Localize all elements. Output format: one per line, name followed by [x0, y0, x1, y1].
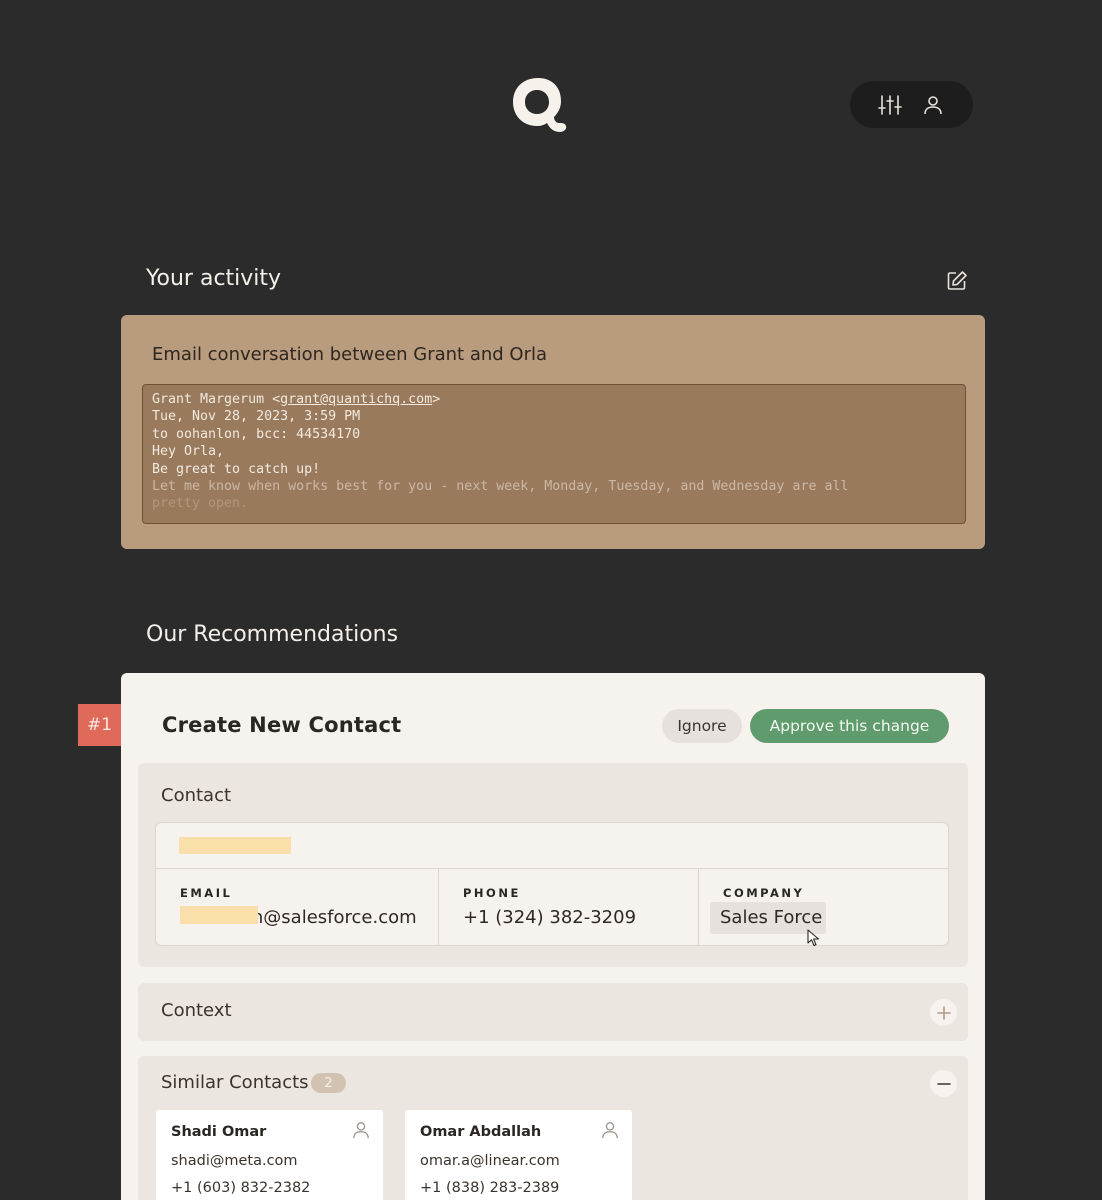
rank-badge: #1 — [78, 704, 121, 746]
email-body-line: Be great to catch up! — [152, 461, 321, 477]
similar-count-badge: 2 — [311, 1073, 346, 1093]
phone-field[interactable]: PHONE +1 (324) 382-3209 — [439, 869, 699, 945]
email-sender-line: Grant Margerum <grant@quantichq.com> — [152, 391, 956, 408]
contact-panel-label: Contact — [161, 785, 232, 806]
expand-plus-icon[interactable] — [930, 999, 957, 1026]
activity-section-title: Your activity — [146, 266, 282, 291]
company-field-value: Sales Force — [720, 907, 823, 928]
context-panel-label: Context — [161, 1000, 232, 1021]
similar-contact-name: Omar Abdallah — [420, 1124, 542, 1140]
activity-card-heading: Email conversation between Grant and Orl… — [152, 344, 548, 365]
recommendation-card: Create New Contact Ignore Approve this c… — [121, 673, 985, 1200]
similar-contact-email: shadi@meta.com — [171, 1153, 298, 1169]
email-body-line: Let me know when works best for you - ne… — [152, 479, 849, 495]
contact-panel: Contact EMAIL oohanlon@salesforce.com PH… — [138, 763, 968, 967]
email-sender-close: > — [432, 392, 441, 407]
phone-field-label: PHONE — [463, 886, 521, 900]
similar-contacts-label: Similar Contacts — [161, 1072, 309, 1093]
email-sender-link[interactable]: grant@quantichq.com — [280, 392, 432, 407]
edit-icon[interactable] — [946, 270, 968, 292]
mouse-cursor-icon — [807, 929, 820, 947]
redacted-email-user — [180, 906, 258, 924]
email-greeting: Hey Orla, — [152, 444, 225, 460]
similar-contact-email: omar.a@linear.com — [420, 1153, 560, 1169]
similar-contact-name: Shadi Omar — [171, 1124, 267, 1140]
redacted-name — [179, 837, 291, 854]
email-field-label: EMAIL — [180, 886, 233, 900]
ignore-button[interactable]: Ignore — [662, 709, 742, 743]
top-controls — [850, 81, 973, 128]
activity-card: Email conversation between Grant and Orl… — [121, 315, 985, 549]
contact-table: EMAIL oohanlon@salesforce.com PHONE +1 (… — [155, 822, 949, 947]
phone-field-value: +1 (324) 382-3209 — [463, 907, 637, 928]
recommendation-heading: Create New Contact — [162, 713, 402, 737]
user-icon — [353, 1122, 369, 1139]
contact-name-field[interactable] — [156, 823, 948, 869]
company-field[interactable]: COMPANY Sales Force — [699, 869, 949, 947]
email-preview[interactable]: Grant Margerum <grant@quantichq.com> Tue… — [142, 384, 966, 524]
similar-contact-card[interactable]: Omar Abdallah omar.a@linear.com +1 (838)… — [405, 1110, 632, 1200]
similar-contact-card[interactable]: Shadi Omar shadi@meta.com +1 (603) 832-2… — [156, 1110, 383, 1200]
email-field[interactable]: EMAIL oohanlon@salesforce.com — [156, 869, 439, 945]
approve-button[interactable]: Approve this change — [750, 709, 949, 743]
quantic-logo[interactable] — [510, 74, 570, 136]
email-sender-name: Grant Margerum < — [152, 392, 281, 407]
filter-sliders-icon[interactable] — [875, 90, 905, 120]
similar-contact-phone: +1 (838) 283-2389 — [420, 1180, 560, 1196]
collapse-minus-icon[interactable] — [930, 1070, 957, 1097]
recommendations-section-title: Our Recommendations — [146, 622, 399, 647]
context-panel[interactable]: Context — [138, 983, 968, 1041]
similar-contacts-panel: Similar Contacts 2 Shadi Omar shadi@meta… — [138, 1056, 968, 1200]
user-icon[interactable] — [918, 90, 948, 120]
similar-contact-phone: +1 (603) 832-2382 — [171, 1180, 311, 1196]
company-field-label: COMPANY — [723, 886, 805, 900]
email-body-line: pretty open. — [152, 496, 249, 512]
email-date: Tue, Nov 28, 2023, 3:59 PM — [152, 409, 361, 425]
user-icon — [602, 1122, 618, 1139]
email-recipients: to oohanlon, bcc: 44534170 — [152, 426, 361, 442]
